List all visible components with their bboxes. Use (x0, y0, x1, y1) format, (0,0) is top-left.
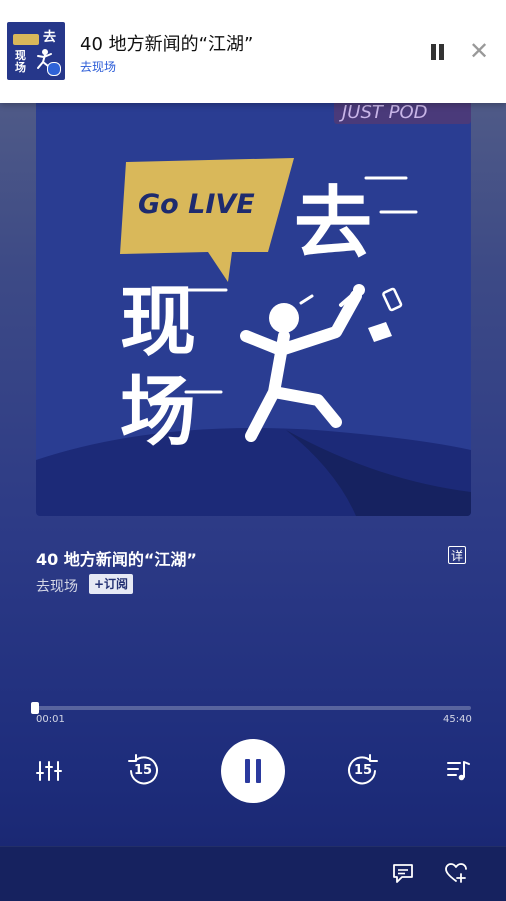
notification-podcast[interactable]: 去现场 (80, 58, 116, 75)
equalizer-button[interactable] (36, 759, 62, 783)
notification-close-button[interactable]: ✕ (466, 38, 492, 64)
progress-track[interactable] (36, 706, 471, 710)
thumbnail-char-3: 场 (15, 61, 26, 74)
rewind-seconds-label: 15 (134, 763, 153, 778)
thumbnail-bubble (13, 34, 39, 45)
heart-add-icon (445, 863, 467, 883)
cover-char-xian: 现 (120, 277, 196, 366)
playlist-button[interactable] (446, 759, 472, 783)
pause-icon (245, 759, 250, 783)
total-time: 45:40 (443, 714, 472, 725)
thumbnail-char-1: 去 (43, 30, 57, 45)
progress-thumb[interactable] (31, 702, 39, 714)
subscribe-button[interactable]: +订阅 (89, 574, 134, 594)
current-time: 00:01 (36, 714, 65, 725)
close-icon: ✕ (468, 37, 490, 65)
pause-icon-bar (431, 44, 436, 60)
cover-char-chang: 场 (120, 367, 196, 456)
comment-icon (393, 864, 413, 883)
detail-icon: 详 (450, 549, 463, 563)
notification-thumbnail: 去 现 场 (7, 22, 65, 80)
app-badge-icon (47, 62, 61, 76)
pause-icon (256, 759, 261, 783)
pause-icon-bar (439, 44, 444, 60)
pause-button[interactable] (221, 739, 285, 803)
cover-char-qu: 去 (294, 179, 372, 269)
forward-seconds-label: 15 (354, 763, 373, 778)
cover-bubble-text: Go LIVE (138, 189, 255, 220)
forward-15-button[interactable]: 15 (346, 753, 380, 787)
podcast-name[interactable]: 去现场 (36, 576, 78, 596)
rewind-15-button[interactable]: 15 (126, 753, 160, 787)
cover-illustration: JUST POD Go LIVE 去 现 场 (36, 100, 471, 516)
episode-title: 40 地方新闻的“江湖” (36, 550, 197, 569)
favorite-button[interactable] (444, 861, 468, 885)
cover-art: JUST POD Go LIVE 去 现 场 (36, 100, 471, 516)
comment-button[interactable] (391, 861, 415, 885)
notification-title: 40 地方新闻的“江湖” (80, 34, 254, 55)
equalizer-icon (36, 761, 62, 781)
episode-detail-button[interactable]: 详 (448, 546, 466, 564)
media-notification[interactable]: 去 现 场 40 地方新闻的“江湖” 去现场 ✕ (0, 0, 506, 103)
playlist-icon (447, 761, 470, 781)
bottom-action-bar (0, 846, 506, 901)
notification-pause-button[interactable] (427, 40, 449, 64)
cover-corner-text: JUST POD (339, 102, 428, 123)
